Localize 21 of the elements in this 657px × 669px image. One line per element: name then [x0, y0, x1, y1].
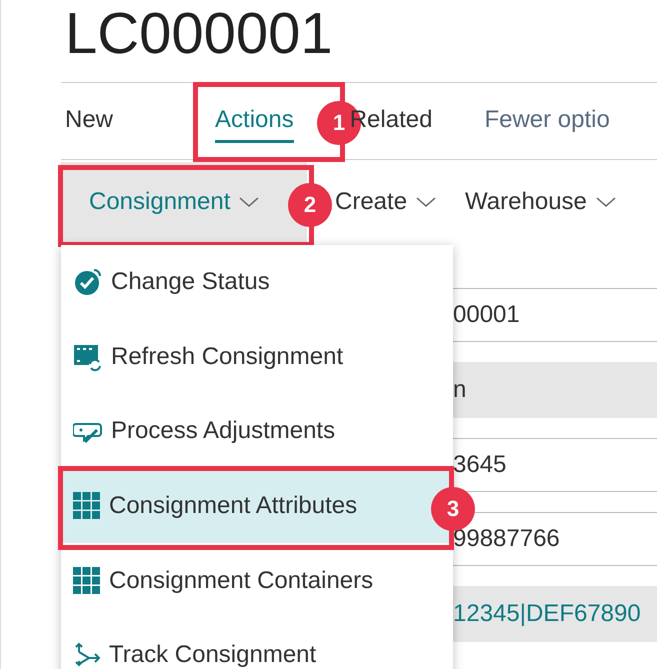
chevron-down-icon: [415, 196, 438, 208]
page-title: LC000001: [65, 0, 333, 68]
step-badge: 2: [288, 183, 332, 227]
arrows-icon: [73, 641, 101, 669]
action-tab[interactable]: Actions: [215, 100, 294, 142]
menu-item[interactable]: Consignment Containers: [61, 543, 453, 618]
grid-icon: [73, 566, 101, 595]
field-value[interactable]: 12345|DEF67890: [453, 586, 657, 642]
menu-item[interactable]: Refresh Consignment: [61, 320, 453, 394]
check-circle-icon: [73, 267, 103, 298]
menu-item[interactable]: Change Status: [61, 245, 453, 320]
menu-item[interactable]: Track Consignment: [61, 618, 453, 669]
field-value: n: [453, 362, 657, 418]
chevron-down-icon: [238, 196, 260, 208]
chevron-down-icon: [594, 196, 617, 208]
grid-icon: [73, 492, 101, 520]
action-group-button[interactable]: Warehouse: [465, 188, 617, 216]
action-tab[interactable]: New: [65, 100, 114, 142]
menu-item[interactable]: Process Adjustments: [61, 394, 453, 469]
fewer-options-button[interactable]: Fewer optio: [484, 100, 610, 142]
action-group-button[interactable]: Create: [335, 188, 438, 216]
